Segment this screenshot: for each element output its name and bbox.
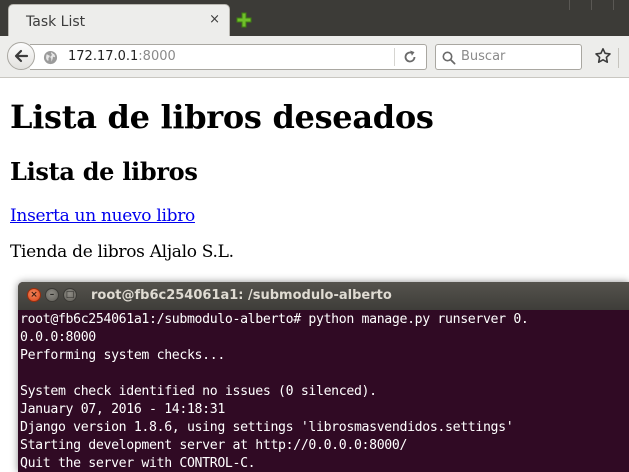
back-button[interactable] bbox=[7, 42, 35, 70]
reload-icon[interactable] bbox=[402, 49, 418, 69]
new-tab-plus-icon[interactable] bbox=[236, 12, 252, 28]
back-arrow-icon bbox=[14, 49, 29, 63]
url-port: :8000 bbox=[138, 49, 176, 64]
page-subtitle: Lista de libros bbox=[10, 157, 198, 186]
insert-book-link[interactable]: Inserta un nuevo libro bbox=[10, 206, 195, 226]
terminal-line: Performing system checks... bbox=[20, 348, 225, 363]
terminal-line: Starting development server at http://0.… bbox=[20, 438, 408, 453]
url-bar[interactable]: 172.17.0.1:8000 bbox=[30, 44, 427, 70]
maximize-window-button[interactable]: □ bbox=[63, 288, 77, 302]
store-name-text: Tienda de libros Aljalo S.L. bbox=[10, 242, 234, 262]
tab-task-list[interactable]: Task List × bbox=[8, 4, 230, 36]
url-host: 172.17.0.1 bbox=[68, 49, 139, 64]
bookmark-star-icon[interactable] bbox=[594, 47, 612, 69]
tab-bar: Task List × bbox=[0, 0, 629, 36]
navigation-bar: 172.17.0.1:8000 Buscar bbox=[0, 36, 629, 78]
terminal-line: January 07, 2016 - 14:18:31 bbox=[20, 402, 225, 417]
close-icon: × bbox=[30, 290, 38, 300]
terminal-title: root@fb6c254061a1: /submodulo-alberto bbox=[91, 288, 392, 303]
search-bar[interactable]: Buscar bbox=[435, 44, 582, 70]
terminal-line: root@fb6c254061a1:/submodulo-alberto# py… bbox=[20, 312, 529, 327]
terminal-window[interactable]: × – □ root@fb6c254061a1: /submodulo-albe… bbox=[18, 282, 629, 472]
divider bbox=[394, 48, 395, 66]
tab-close-icon[interactable]: × bbox=[209, 13, 220, 27]
search-input[interactable]: Buscar bbox=[461, 49, 505, 64]
tab-title: Task List bbox=[26, 14, 86, 30]
close-window-button[interactable]: × bbox=[27, 288, 41, 302]
url-text[interactable]: 172.17.0.1:8000 bbox=[68, 49, 176, 64]
divider bbox=[618, 48, 619, 68]
terminal-line: System check identified no issues (0 sil… bbox=[20, 384, 377, 399]
page-title: Lista de libros deseados bbox=[10, 98, 434, 136]
search-icon bbox=[442, 50, 456, 69]
terminal-line: Quit the server with CONTROL-C. bbox=[20, 456, 256, 471]
terminal-output[interactable]: root@fb6c254061a1:/submodulo-alberto# py… bbox=[20, 311, 629, 472]
terminal-line: 0.0.0:8000 bbox=[20, 330, 96, 345]
minimize-icon: – bbox=[49, 290, 55, 300]
terminal-line: Django version 1.8.6, using settings 'li… bbox=[20, 420, 514, 435]
maximize-icon: □ bbox=[65, 290, 75, 300]
minimize-window-button[interactable]: – bbox=[45, 288, 59, 302]
window-edge bbox=[561, 0, 629, 10]
terminal-titlebar[interactable]: × – □ root@fb6c254061a1: /submodulo-albe… bbox=[18, 282, 629, 310]
globe-icon bbox=[43, 50, 58, 69]
